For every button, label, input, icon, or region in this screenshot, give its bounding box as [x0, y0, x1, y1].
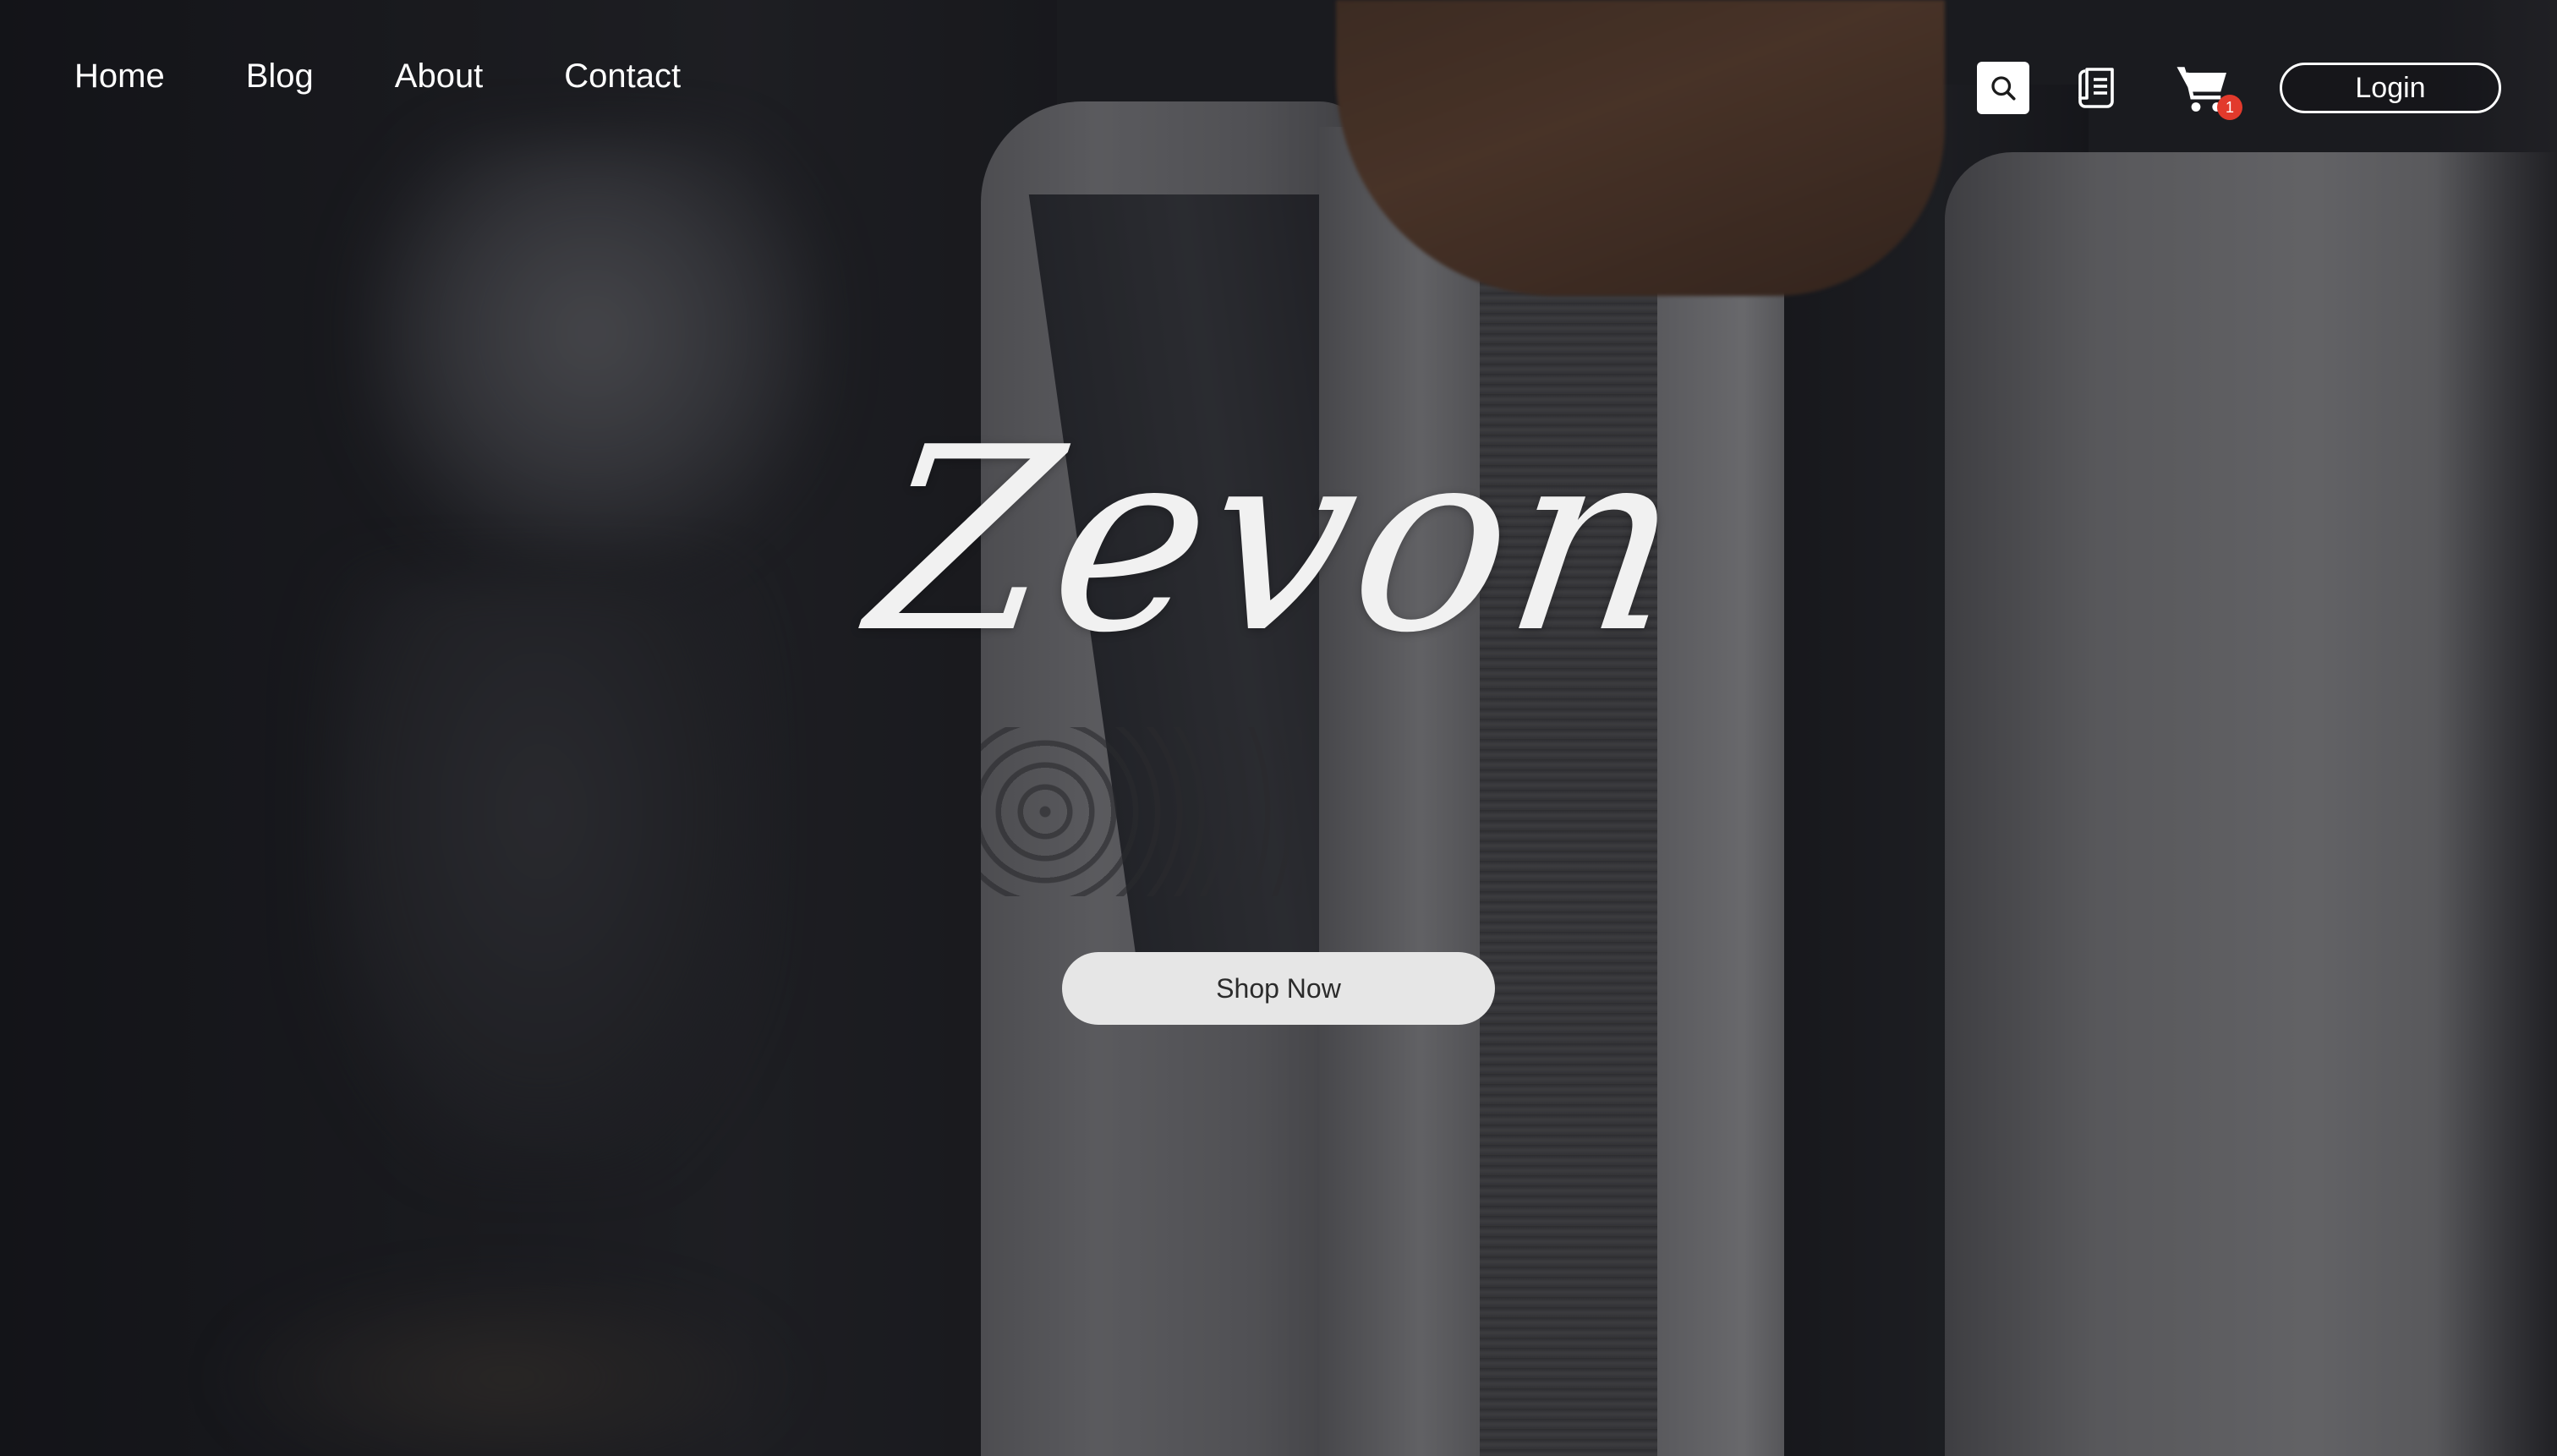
- cart-button[interactable]: 1: [2173, 57, 2242, 120]
- search-button[interactable]: [1977, 62, 2029, 114]
- main-nav: Home Blog About Contact: [74, 59, 681, 93]
- nav-link-about[interactable]: About: [395, 59, 484, 93]
- brand-logo: Zevon: [856, 393, 1701, 688]
- orders-button[interactable]: [2072, 61, 2126, 115]
- nav-link-blog[interactable]: Blog: [246, 59, 314, 93]
- dark-overlay: [0, 0, 2557, 1456]
- landing-page: Home Blog About Contact 1 Login Zevon Sh…: [0, 0, 2557, 1456]
- receipt-icon: [2078, 68, 2114, 108]
- cart-count-badge: 1: [2217, 95, 2242, 120]
- nav-link-contact[interactable]: Contact: [564, 59, 681, 93]
- nav-link-home[interactable]: Home: [74, 59, 165, 93]
- login-button[interactable]: Login: [2280, 63, 2501, 113]
- search-icon: [1991, 76, 2016, 101]
- shop-now-button[interactable]: Shop Now: [1062, 952, 1495, 1025]
- header-actions: 1 Login: [1977, 57, 2501, 120]
